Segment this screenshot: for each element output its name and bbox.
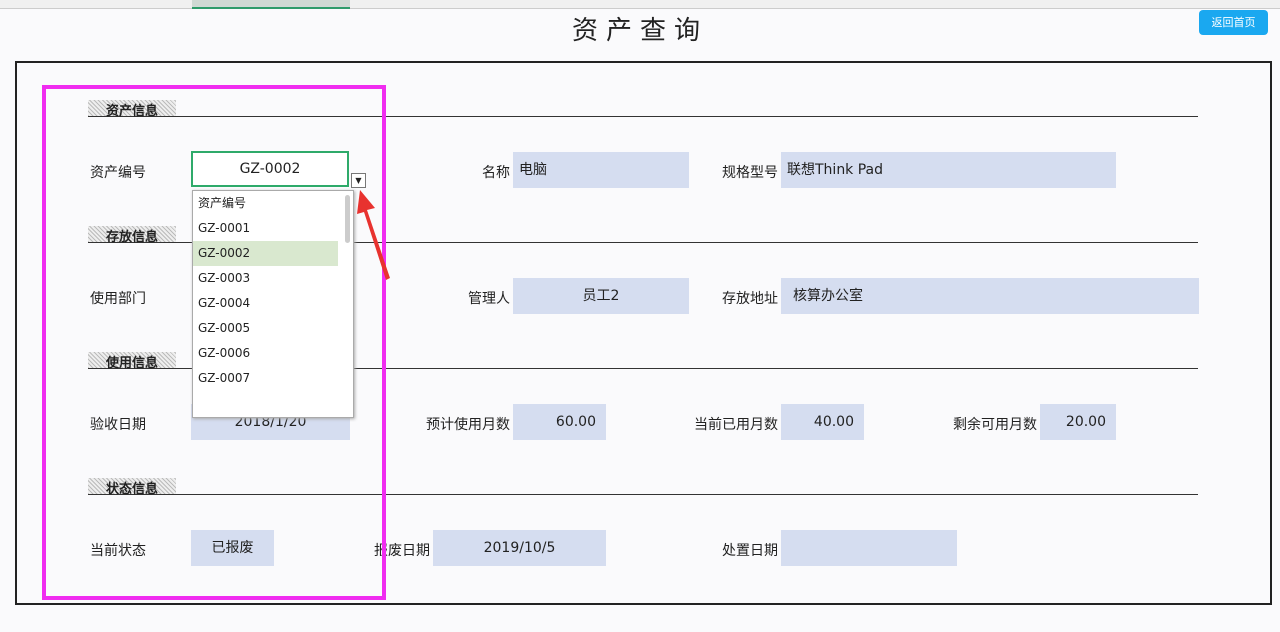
column-header-bar xyxy=(0,0,1280,9)
name-field[interactable]: 电脑 xyxy=(513,152,689,188)
dispose-date-field[interactable] xyxy=(781,530,957,566)
page-title: 资产查询 xyxy=(0,10,1280,47)
planned-months-label: 预计使用月数 xyxy=(400,414,510,434)
dispose-date-label: 处置日期 xyxy=(705,540,778,560)
used-months-label: 当前已用月数 xyxy=(670,414,778,434)
location-field[interactable]: 核算办公室 xyxy=(781,278,1199,314)
remaining-months-field[interactable]: 20.00 xyxy=(1040,404,1116,440)
selected-column xyxy=(192,0,350,9)
highlight-box xyxy=(42,85,386,600)
planned-months-field[interactable]: 60.00 xyxy=(513,404,606,440)
remaining-months-label: 剩余可用月数 xyxy=(930,414,1037,434)
red-arrow-icon xyxy=(355,188,395,283)
manager-field[interactable]: 员工2 xyxy=(513,278,689,314)
name-label: 名称 xyxy=(470,162,510,182)
used-months-field[interactable]: 40.00 xyxy=(781,404,864,440)
model-label: 规格型号 xyxy=(705,162,778,182)
manager-label: 管理人 xyxy=(440,288,510,308)
model-field[interactable]: 联想Think Pad xyxy=(781,152,1116,188)
scrap-date-field[interactable]: 2019/10/5 xyxy=(433,530,606,566)
location-label: 存放地址 xyxy=(705,288,778,308)
home-button[interactable]: 返回首页 xyxy=(1199,10,1268,35)
